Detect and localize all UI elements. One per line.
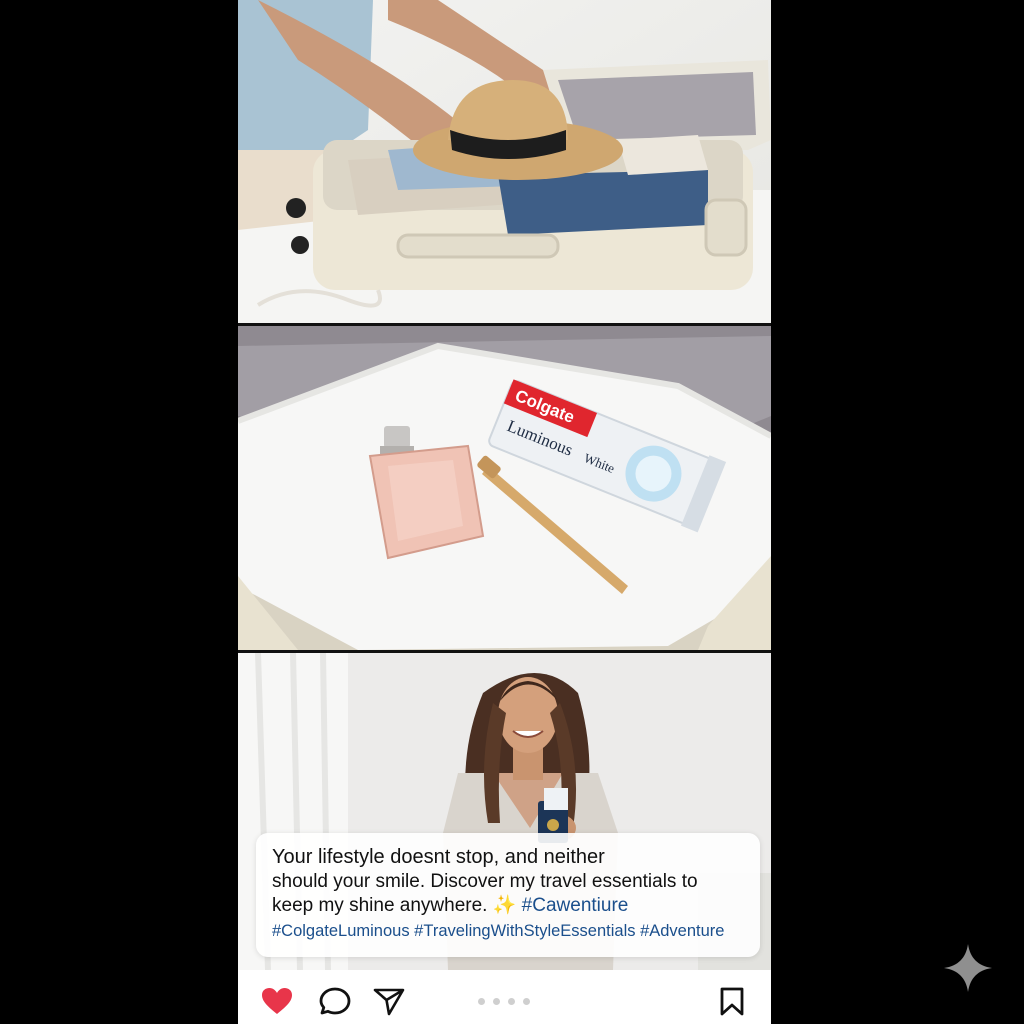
- caption-hashtags[interactable]: #ColgateLuminous #TravelingWithStyleEsse…: [272, 918, 748, 944]
- post-caption: Your lifestyle doesnt stop, and neither …: [256, 833, 760, 957]
- carousel-indicator: [478, 998, 530, 1005]
- post-actions: [238, 970, 771, 1024]
- heart-icon[interactable]: [260, 986, 294, 1016]
- comment-icon[interactable]: [318, 986, 352, 1016]
- carousel-dot: [523, 998, 530, 1005]
- photo-travel-essentials: Colgate Luminous White: [238, 326, 771, 650]
- carousel-dot: [508, 998, 515, 1005]
- caption-line-1: Your lifestyle doesnt stop, and neither: [272, 846, 605, 868]
- send-icon[interactable]: [372, 986, 406, 1016]
- hashtag-link[interactable]: #Cawentiure: [522, 895, 629, 916]
- sparkle-icon: [944, 944, 992, 992]
- carousel-dot: [478, 998, 485, 1005]
- photo-packing-suitcase: [238, 0, 771, 323]
- caption-line-2: should your smile. Discover my travel es…: [272, 871, 698, 892]
- caption-line-3: keep my shine anywhere. ✨ #Cawentiure: [272, 894, 748, 918]
- caption-line-3-text: keep my shine anywhere. ✨: [272, 895, 517, 916]
- carousel-dot: [493, 998, 500, 1005]
- post-card: Colgate Luminous White Your lifestyle do…: [238, 0, 771, 1024]
- bookmark-icon[interactable]: [718, 986, 746, 1016]
